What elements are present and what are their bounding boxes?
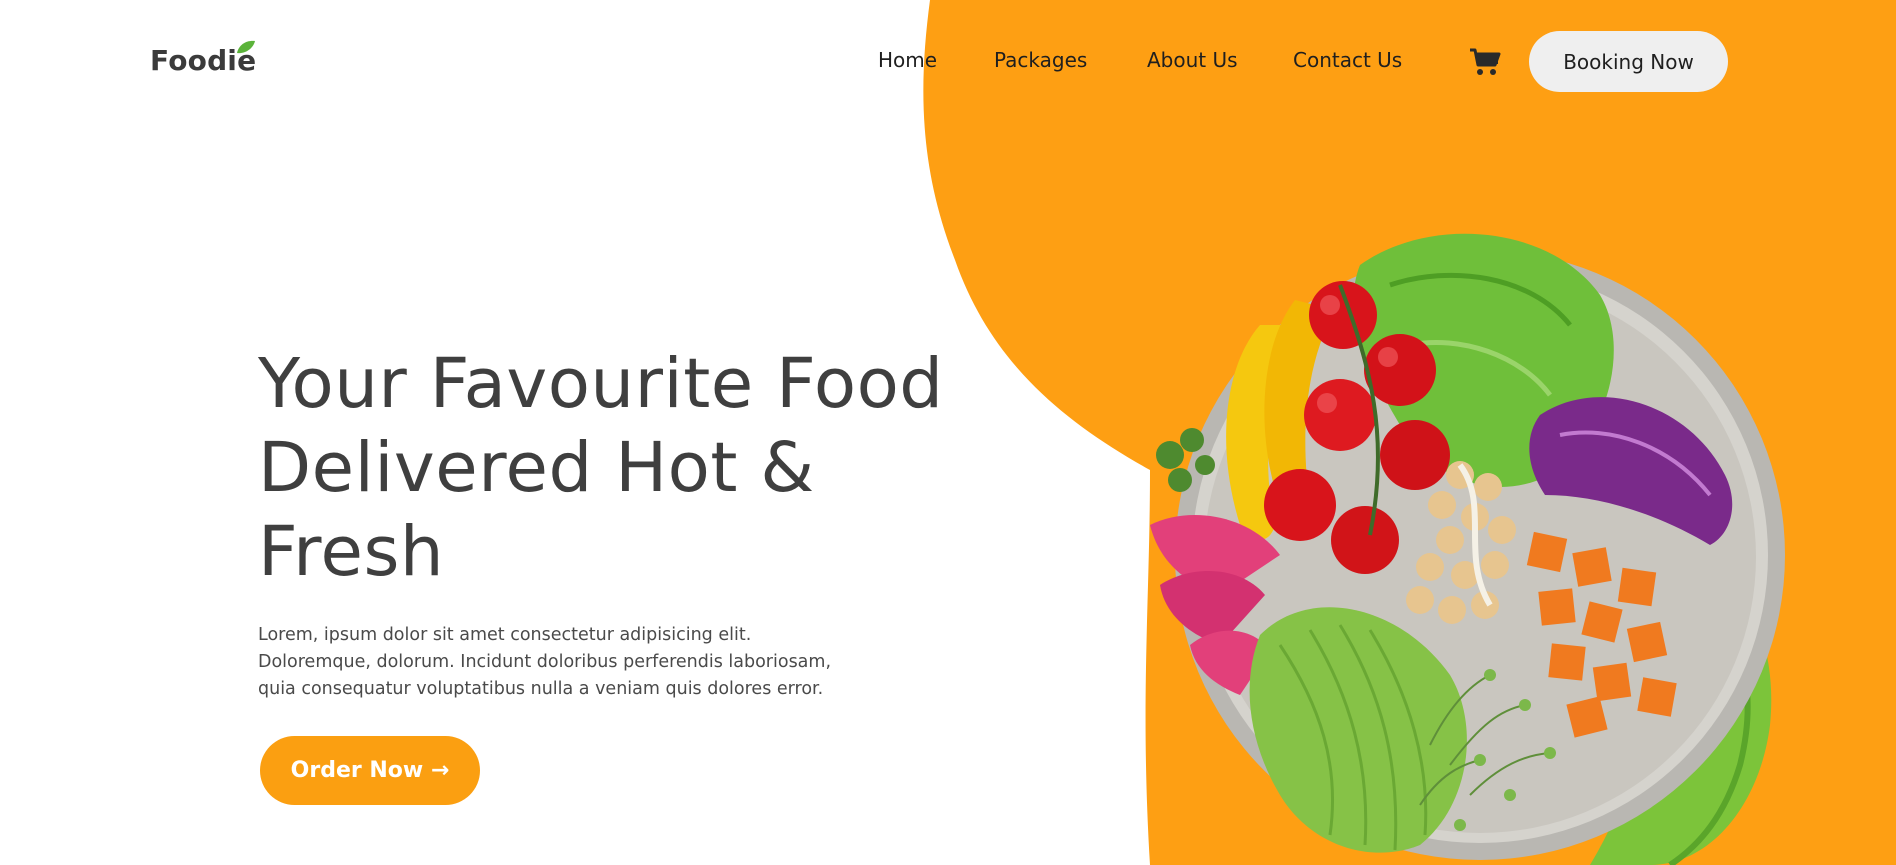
hero-title-line: Your Favourite Food bbox=[258, 344, 944, 424]
nav-link-packages[interactable]: Packages bbox=[994, 48, 1087, 72]
hero-title-line: Fresh bbox=[258, 512, 445, 592]
hero-title: Your Favourite Food Delivered Hot & Fres… bbox=[258, 342, 1018, 594]
order-now-button[interactable]: Order Now → bbox=[260, 736, 480, 805]
logo[interactable]: Foodie bbox=[150, 40, 256, 77]
nav-link-home[interactable]: Home bbox=[878, 48, 937, 72]
top-navbar: Foodie Home Packages About Us Contact Us… bbox=[0, 0, 1896, 124]
cart-icon[interactable] bbox=[1469, 47, 1501, 77]
salad-bowl-image bbox=[1150, 233, 1785, 865]
nav-link-contact-us[interactable]: Contact Us bbox=[1293, 48, 1402, 72]
leaf-icon bbox=[237, 40, 255, 54]
hero-description-line: Doloremque, dolorum. Incidunt doloribus … bbox=[258, 652, 832, 672]
hero-title-line: Delivered Hot & bbox=[258, 428, 815, 508]
booking-now-button[interactable]: Booking Now bbox=[1529, 31, 1728, 92]
hero-description-line: quia consequatur voluptatibus nulla a ve… bbox=[258, 679, 824, 699]
hero-description: Lorem, ipsum dolor sit amet consectetur … bbox=[258, 622, 858, 703]
hero-description-line: Lorem, ipsum dolor sit amet consectetur … bbox=[258, 625, 752, 645]
hero-section: Your Favourite Food Delivered Hot & Fres… bbox=[258, 342, 1018, 703]
nav-link-about-us[interactable]: About Us bbox=[1147, 48, 1238, 72]
